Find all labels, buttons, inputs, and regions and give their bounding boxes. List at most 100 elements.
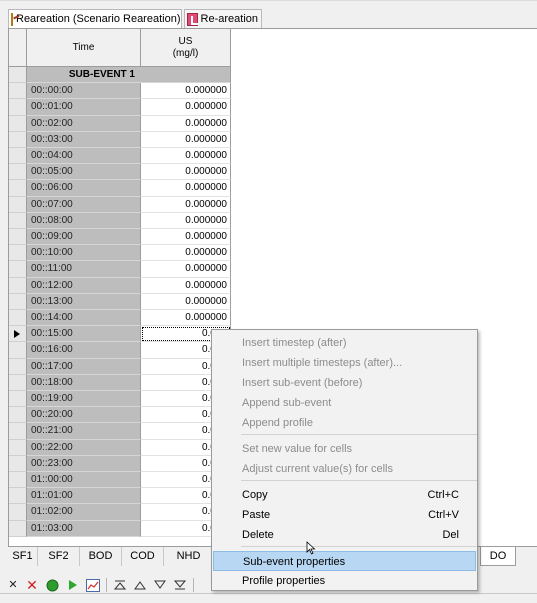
table-row[interactable]: 00::22:000.000 [9,439,231,456]
table-row[interactable]: 00::08:00 0.000000 [9,212,231,229]
table-row[interactable]: 00::11:00 0.000000 [9,261,231,278]
menu-item-profile-properties[interactable]: Profile properties [213,571,476,591]
value-cell[interactable]: 0.000000 [141,212,231,229]
value-cell[interactable]: 0.000000 [141,261,231,278]
row-selector[interactable] [9,229,27,246]
table-row[interactable]: 00::07:00 0.000000 [9,196,231,213]
time-cell[interactable]: 01::03:00 [27,520,141,537]
menu-item-insert-sub-event-before[interactable]: Insert sub-event (before) [213,373,476,393]
row-selector[interactable] [9,212,27,229]
bottom-tab-cod[interactable]: COD [122,547,164,566]
value-cell[interactable]: 0.000000 [141,277,231,294]
time-cell[interactable]: 00::21:00 [27,423,141,440]
value-cell[interactable]: 0.000000 [141,99,231,116]
table-row[interactable]: 00::20:000.000 [9,407,231,424]
time-cell[interactable]: 00::07:00 [27,196,141,213]
time-cell[interactable]: 00::00:00 [27,83,141,100]
time-cell[interactable]: 00::05:00 [27,164,141,181]
move-bottom-icon[interactable] [173,578,187,592]
row-selector[interactable] [9,245,27,262]
move-up-icon[interactable] [133,578,147,592]
time-cell[interactable]: 00::22:00 [27,439,141,456]
time-cell[interactable]: 00::20:00 [27,407,141,424]
time-cell[interactable]: 00::04:00 [27,148,141,165]
move-top-icon[interactable] [113,578,127,592]
move-down-icon[interactable] [153,578,167,592]
time-cell[interactable]: 00::06:00 [27,180,141,197]
row-selector[interactable] [9,115,27,132]
value-cell[interactable]: 0.000000 [141,115,231,132]
table-row[interactable]: 00::16:000.000 [9,342,231,359]
menu-item-set-new-value-for-cells[interactable]: Set new value for cells [213,439,476,459]
row-selector[interactable] [9,374,27,391]
bottom-tab-nhd[interactable]: NHD [164,547,214,566]
table-row[interactable]: 00::17:000.000 [9,358,231,375]
row-selector[interactable] [9,261,27,278]
time-cell[interactable]: 00::16:00 [27,342,141,359]
time-cell[interactable]: 00::23:00 [27,455,141,472]
row-selector[interactable] [9,358,27,375]
row-selector[interactable] [9,520,27,537]
menu-item-delete[interactable]: Delete Del [213,525,476,545]
table-row[interactable]: 00::09:00 0.000000 [9,229,231,246]
time-cell[interactable]: 01::00:00 [27,472,141,489]
time-cell[interactable]: 00::02:00 [27,115,141,132]
row-selector[interactable] [9,310,27,327]
row-selector[interactable] [9,293,27,310]
time-cell[interactable]: 00::14:00 [27,310,141,327]
time-cell[interactable]: 00::12:00 [27,277,141,294]
table-row[interactable]: 00::01:00 0.000000 [9,99,231,116]
green-circle-icon[interactable] [45,578,59,592]
value-cell[interactable]: 0.000000 [141,293,231,310]
row-selector-header[interactable] [9,29,27,67]
value-cell[interactable]: 0.000000 [141,196,231,213]
table-row[interactable]: 00::06:00 0.000000 [9,180,231,197]
menu-item-append-profile[interactable]: Append profile [213,413,476,433]
value-cell[interactable]: 0.000000 [141,148,231,165]
time-cell[interactable]: 01::01:00 [27,488,141,505]
table-row[interactable]: 00::12:00 0.000000 [9,277,231,294]
menu-item-sub-event-properties[interactable]: Sub-event properties [213,551,476,571]
time-cell[interactable]: 00::19:00 [27,391,141,408]
table-row[interactable]: 00::14:00 0.000000 [9,310,231,327]
table-row[interactable]: 00::04:00 0.000000 [9,148,231,165]
table-row[interactable]: 00::19:000.000 [9,391,231,408]
value-cell[interactable]: 0.000000 [141,164,231,181]
value-cell[interactable]: 0.000000 [141,245,231,262]
time-cell[interactable]: 00::10:00 [27,245,141,262]
row-selector[interactable] [9,342,27,359]
bottom-tab-sf2[interactable]: SF2 [38,547,80,566]
column-header-time[interactable]: Time [27,29,141,67]
value-cell[interactable]: 0.000000 [141,229,231,246]
row-selector[interactable] [9,439,27,456]
table-row[interactable]: 00::21:000.000 [9,423,231,440]
time-cell[interactable]: 00::11:00 [27,261,141,278]
table-row[interactable]: 01::01:000.000 [9,488,231,505]
table-row[interactable]: 01::02:000.000 [9,504,231,521]
row-selector[interactable] [9,83,27,100]
play-icon[interactable] [66,578,80,592]
row-selector[interactable] [9,164,27,181]
row-selector[interactable] [9,196,27,213]
menu-item-copy[interactable]: Copy Ctrl+C [213,485,476,505]
time-cell[interactable]: 00::18:00 [27,374,141,391]
table-row[interactable]: 00::10:00 0.000000 [9,245,231,262]
time-cell[interactable]: 00::15:00 [27,326,141,343]
menu-item-adjust-current-value-s-for-cells[interactable]: Adjust current value(s) for cells [213,459,476,479]
table-row[interactable]: 00::03:00 0.000000 [9,131,231,148]
time-cell[interactable]: 00::17:00 [27,358,141,375]
row-selector[interactable] [9,407,27,424]
menu-item-paste[interactable]: Paste Ctrl+V [213,505,476,525]
table-row[interactable]: 01::00:000.000 [9,472,231,489]
bottom-tab-do[interactable]: DO [480,547,516,566]
close-icon[interactable]: ✕ [6,578,20,592]
row-selector[interactable] [9,148,27,165]
value-cell[interactable]: 0.000000 [141,131,231,148]
tab-reareation-scenario[interactable]: Reareation (Scenario Reareation) [8,9,182,28]
row-selector[interactable] [9,131,27,148]
row-selector[interactable] [9,423,27,440]
row-selector[interactable] [9,99,27,116]
row-selector[interactable] [9,488,27,505]
table-row[interactable]: 00::13:00 0.000000 [9,293,231,310]
value-cell[interactable]: 0.000000 [141,83,231,100]
